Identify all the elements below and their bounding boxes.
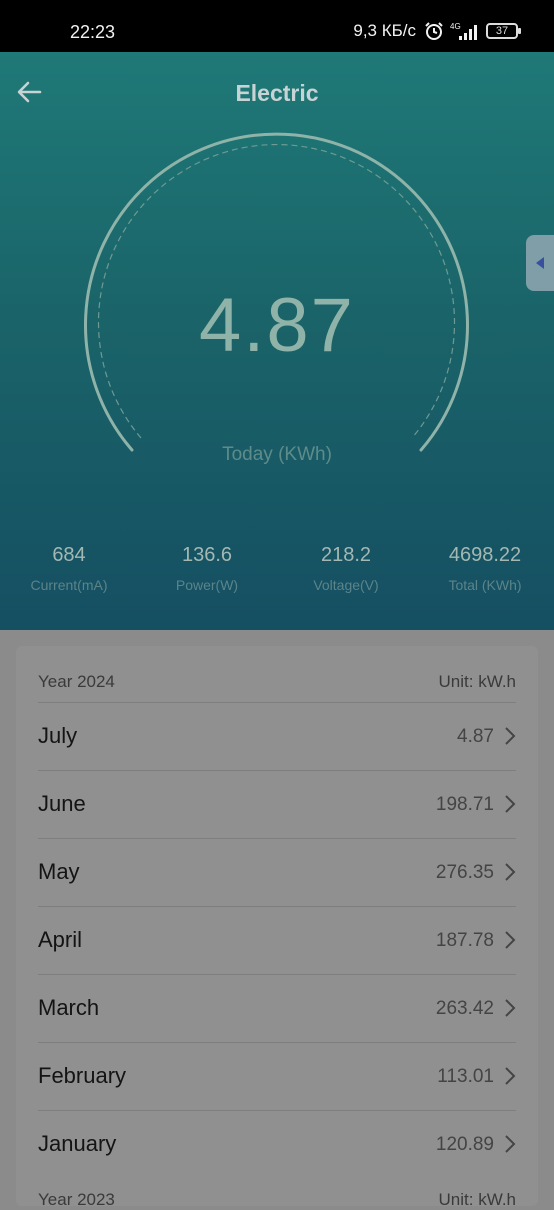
month-row-may[interactable]: May 276.35 [38,838,516,906]
month-name: April [38,927,83,952]
alarm-icon [424,21,444,41]
battery-icon: 37 [486,23,521,39]
month-name: July [38,723,78,748]
stat-label: Power(W) [175,577,239,593]
battery-level: 37 [495,25,509,37]
stat-label: Voltage(V) [313,577,379,593]
month-row-july[interactable]: July 4.87 [38,702,516,770]
month-row-april[interactable]: April 187.78 [38,906,516,974]
month-value: 4.87 [457,726,494,747]
stat-value: 4698.22 [448,544,522,566]
month-name: January [38,1131,117,1156]
status-icons: 9,3 КБ/с 4G 37 [353,20,521,42]
stat-label: Total (KWh) [448,577,522,593]
month-row-january[interactable]: January 120.89 [38,1110,516,1178]
month-value: 198.71 [435,794,494,815]
stat-current: 684 Current(mA) [0,544,138,593]
month-list: July 4.87 June 198.71 May 276.35 April 1… [38,702,516,1178]
today-energy-value: 4.87 [199,283,355,368]
chevron-right-icon [505,727,516,745]
month-value: 120.89 [435,1134,494,1155]
month-name: June [38,791,86,816]
side-drawer-tab[interactable] [526,235,554,291]
month-row-february[interactable]: February 113.01 [38,1042,516,1110]
today-energy-label: Today (KWh) [222,444,332,465]
month-row-march[interactable]: March 263.42 [38,974,516,1042]
stat-value: 684 [52,544,86,566]
stat-label: Current(mA) [30,577,108,593]
chevron-right-icon [505,863,516,881]
chevron-right-icon [505,1135,516,1153]
stat-power: 136.6 Power(W) [138,544,276,593]
unit-label: Unit: kW.h [438,672,516,691]
chevron-left-icon [536,257,544,269]
chevron-right-icon [505,999,516,1017]
stat-voltage: 218.2 Voltage(V) [277,544,415,593]
stat-total: 4698.22 Total (KWh) [416,544,554,593]
network-type-label: 4G [450,22,461,31]
next-year-label: Year 2023 [38,1190,115,1209]
month-value: 276.35 [435,862,494,883]
year-label: Year 2024 [38,672,115,691]
next-unit-label: Unit: kW.h [438,1190,516,1209]
monthly-history-card: Year 2024 Unit: kW.h July 4.87 June 198.… [16,646,538,1209]
energy-summary-panel: Electric 4.87 Today (KWh) 684 Current(mA… [0,52,554,630]
month-row-june[interactable]: June 198.71 [38,770,516,838]
stat-value: 136.6 [181,544,233,566]
chevron-right-icon [505,1067,516,1085]
stat-value: 218.2 [320,544,372,566]
status-bar: 22:23 9,3 КБ/с 4G 37 [0,0,554,52]
month-value: 263.42 [435,998,494,1019]
next-year-header: Year 2023 Unit: kW.h [38,1190,516,1210]
stats-row: 684 Current(mA) 136.6 Power(W) 218.2 Vol… [0,544,554,604]
history-header: Year 2024 Unit: kW.h [38,668,516,698]
month-name: May [38,859,80,884]
month-value: 187.78 [435,930,494,951]
signal-icon: 4G [450,21,480,41]
month-value: 113.01 [437,1066,494,1087]
month-name: March [38,995,100,1020]
chevron-right-icon [505,931,516,949]
chevron-right-icon [505,795,516,813]
net-speed: 9,3 КБ/с [353,21,416,40]
month-name: February [38,1063,127,1088]
status-time: 22:23 [70,22,116,42]
